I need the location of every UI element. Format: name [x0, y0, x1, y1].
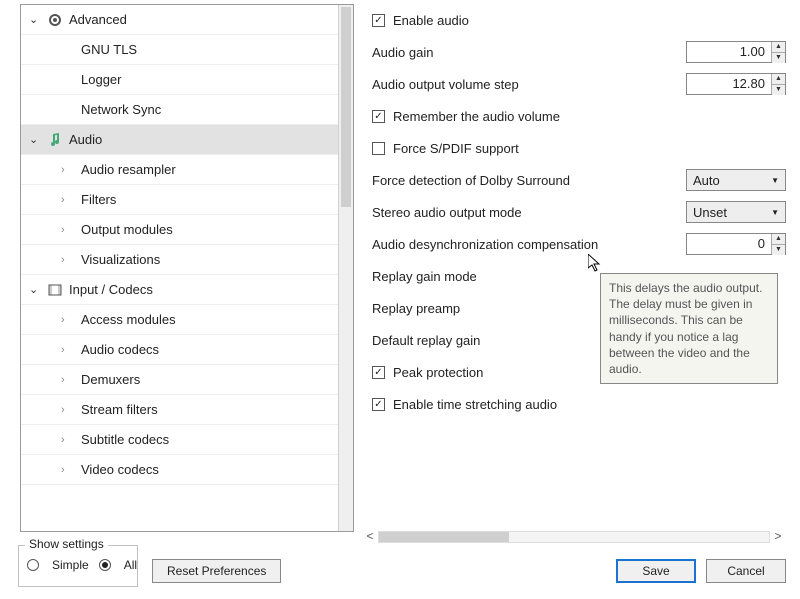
tree-item-label: Stream filters — [77, 402, 158, 417]
tree-item-label: Audio — [65, 132, 102, 147]
expand-icon[interactable]: › — [61, 464, 77, 476]
chevron-down-icon: ▼ — [771, 208, 785, 217]
spin-up-icon[interactable]: ▲ — [772, 234, 785, 245]
tree-item-access-modules[interactable]: ›Access modules — [21, 305, 353, 335]
radio-simple-label: Simple — [52, 558, 89, 572]
tree-item-network-sync[interactable]: Network Sync — [21, 95, 353, 125]
radio-simple[interactable] — [27, 559, 39, 571]
tree-item-label: Output modules — [77, 222, 173, 237]
enable-audio-label: Enable audio — [393, 13, 786, 28]
expand-icon[interactable]: › — [61, 404, 77, 416]
dolby-combo[interactable]: Auto ▼ — [686, 169, 786, 191]
tree-item-demuxers[interactable]: ›Demuxers — [21, 365, 353, 395]
desync-spinbox[interactable]: 0 ▲▼ — [686, 233, 786, 255]
footer: Show settings Simple All Reset Preferenc… — [0, 543, 800, 599]
audio-gain-spinbox[interactable]: 1.00 ▲▼ — [686, 41, 786, 63]
save-button[interactable]: Save — [616, 559, 696, 583]
gear-icon — [45, 12, 65, 28]
tree-item-gnu-tls[interactable]: GNU TLS — [21, 35, 353, 65]
tree-item-label: Demuxers — [77, 372, 140, 387]
expand-icon[interactable]: ⌄ — [29, 283, 45, 296]
tree-item-visualizations[interactable]: ›Visualizations — [21, 245, 353, 275]
stereo-mode-label: Stereo audio output mode — [372, 205, 686, 220]
peak-protection-checkbox[interactable]: ✓ — [372, 366, 385, 379]
remember-volume-label: Remember the audio volume — [393, 109, 786, 124]
stereo-mode-combo[interactable]: Unset ▼ — [686, 201, 786, 223]
force-spdif-checkbox[interactable] — [372, 142, 385, 155]
tree-item-advanced[interactable]: ⌄ Advanced — [21, 5, 353, 35]
scrollbar-thumb[interactable] — [379, 532, 509, 542]
expand-icon[interactable]: › — [61, 344, 77, 356]
tree-item-label: Audio resampler — [77, 162, 176, 177]
tree-item-label: Video codecs — [77, 462, 159, 477]
film-icon — [45, 282, 65, 298]
tree-item-label: Subtitle codecs — [77, 432, 169, 447]
tree-item-filters[interactable]: ›Filters — [21, 185, 353, 215]
tree-item-label: Access modules — [77, 312, 176, 327]
expand-icon[interactable]: › — [61, 224, 77, 236]
time-stretch-label: Enable time stretching audio — [393, 397, 786, 412]
time-stretch-checkbox[interactable]: ✓ — [372, 398, 385, 411]
radio-all[interactable] — [99, 559, 111, 571]
tree-item-label: Audio codecs — [77, 342, 159, 357]
tree-item-audio[interactable]: ⌄ Audio — [21, 125, 353, 155]
preferences-tree[interactable]: ⌄ Advanced GNU TLS Logger Network Sync ⌄ Audio… — [20, 4, 354, 532]
tooltip: This delays the audio output. The delay … — [600, 273, 778, 384]
expand-icon[interactable]: ⌄ — [29, 133, 45, 146]
radio-all-label: All — [124, 558, 137, 572]
dolby-label: Force detection of Dolby Surround — [372, 173, 686, 188]
expand-icon[interactable]: › — [61, 254, 77, 266]
spin-down-icon[interactable]: ▼ — [772, 53, 785, 63]
expand-icon[interactable]: › — [61, 164, 77, 176]
tree-item-label: Logger — [77, 72, 121, 87]
tree-item-label: Visualizations — [77, 252, 160, 267]
expand-icon[interactable]: › — [61, 314, 77, 326]
expand-icon[interactable]: › — [61, 374, 77, 386]
tree-item-label: Input / Codecs — [65, 282, 153, 297]
expand-icon[interactable]: › — [61, 434, 77, 446]
cursor-icon — [588, 254, 604, 274]
tree-item-output-modules[interactable]: ›Output modules — [21, 215, 353, 245]
tree-item-logger[interactable]: Logger — [21, 65, 353, 95]
tree-item-audio-codecs[interactable]: ›Audio codecs — [21, 335, 353, 365]
remember-volume-checkbox[interactable]: ✓ — [372, 110, 385, 123]
tree-item-subtitle-codecs[interactable]: ›Subtitle codecs — [21, 425, 353, 455]
reset-preferences-button[interactable]: Reset Preferences — [152, 559, 281, 583]
scrollbar-thumb[interactable] — [341, 7, 351, 207]
tree-item-label: Network Sync — [77, 102, 161, 117]
tree-item-label: Filters — [77, 192, 116, 207]
spin-up-icon[interactable]: ▲ — [772, 74, 785, 85]
enable-audio-checkbox[interactable]: ✓ — [372, 14, 385, 27]
desync-label: Audio desynchronization compensation — [372, 237, 686, 252]
tree-item-label: Advanced — [65, 12, 127, 27]
spin-down-icon[interactable]: ▼ — [772, 85, 785, 95]
tree-item-input-codecs[interactable]: ⌄ Input / Codecs — [21, 275, 353, 305]
tree-item-audio-resampler[interactable]: ›Audio resampler — [21, 155, 353, 185]
expand-icon[interactable]: › — [61, 194, 77, 206]
cancel-button[interactable]: Cancel — [706, 559, 786, 583]
note-icon — [45, 132, 65, 148]
show-settings-legend: Show settings — [25, 537, 108, 551]
settings-panel: ✓ Enable audio Audio gain 1.00 ▲▼ Audio … — [354, 4, 800, 540]
expand-icon[interactable]: ⌄ — [29, 13, 45, 26]
tree-item-video-codecs[interactable]: ›Video codecs — [21, 455, 353, 485]
tree-item-stream-filters[interactable]: ›Stream filters — [21, 395, 353, 425]
show-settings-group: Show settings Simple All — [18, 545, 138, 587]
force-spdif-label: Force S/PDIF support — [393, 141, 786, 156]
volume-step-label: Audio output volume step — [372, 77, 686, 92]
audio-gain-label: Audio gain — [372, 45, 686, 60]
chevron-down-icon: ▼ — [771, 176, 785, 185]
tree-item-label: GNU TLS — [77, 42, 137, 57]
tree-scrollbar[interactable] — [338, 5, 353, 531]
spin-down-icon[interactable]: ▼ — [772, 245, 785, 255]
spin-up-icon[interactable]: ▲ — [772, 42, 785, 53]
volume-step-spinbox[interactable]: 12.80 ▲▼ — [686, 73, 786, 95]
